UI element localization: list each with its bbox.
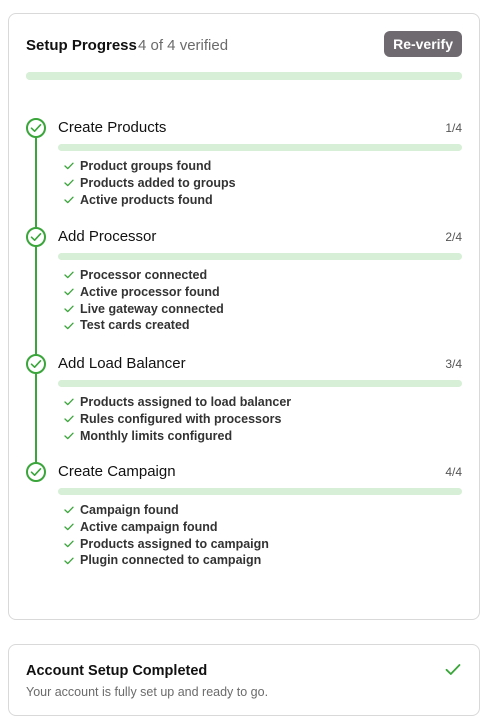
check-icon — [64, 506, 80, 514]
check-circle-icon — [26, 227, 46, 247]
step-checklist: Products assigned to load balancer Rules… — [64, 394, 291, 444]
check-icon — [64, 271, 80, 279]
list-item: Product groups found — [64, 158, 236, 175]
list-item: Test cards created — [64, 317, 224, 334]
list-item: Products added to groups — [64, 175, 236, 192]
list-item: Processor connected — [64, 267, 224, 284]
list-item: Campaign found — [64, 502, 269, 519]
list-item: Active processor found — [64, 284, 224, 301]
step-count: 1/4 — [445, 121, 462, 135]
check-icon — [64, 540, 80, 548]
check-icon — [64, 432, 80, 440]
list-item-label: Rules configured with processors — [80, 411, 282, 426]
overall-progress-bar — [26, 72, 462, 80]
list-item: Active products found — [64, 192, 236, 209]
completion-subtitle: Your account is fully set up and ready t… — [26, 685, 269, 699]
list-item-label: Active products found — [80, 192, 213, 207]
list-item-label: Active processor found — [80, 284, 220, 299]
step-count: 3/4 — [445, 357, 462, 371]
list-item: Products assigned to load balancer — [64, 394, 291, 411]
list-item-label: Product groups found — [80, 159, 212, 173]
progress-status: 4 of 4 verified — [138, 37, 229, 54]
check-icon — [445, 663, 461, 681]
step-checklist: Processor connected Active processor fou… — [64, 267, 224, 334]
list-item: Monthly limits configured — [64, 428, 291, 445]
step-title: Add Load Balancer — [58, 355, 186, 372]
list-item-label: Processor connected — [80, 268, 208, 282]
overall-progress-fill — [26, 72, 462, 80]
list-item: Plugin connected to campaign — [64, 552, 269, 569]
step-progress-bar — [58, 253, 462, 260]
list-item: Rules configured with processors — [64, 411, 291, 428]
list-item-label: Campaign found — [80, 503, 179, 517]
step-progress-bar — [58, 380, 462, 387]
list-item-label: Active campaign found — [80, 519, 218, 534]
check-circle-icon — [26, 462, 46, 482]
timeline-line — [35, 136, 37, 472]
step-progress-bar — [58, 488, 462, 495]
check-icon — [64, 322, 80, 330]
check-icon — [64, 196, 80, 204]
step-title: Create Campaign — [58, 463, 176, 480]
step-checklist: Campaign found Active campaign found Pro… — [64, 502, 269, 569]
step-title: Add Processor — [58, 228, 157, 245]
setup-complete-card: Account Setup Completed Your account is … — [8, 644, 480, 716]
list-item-label: Products added to groups — [80, 175, 236, 190]
list-item-label: Plugin connected to campaign — [80, 553, 262, 568]
list-item-label: Monthly limits configured — [80, 428, 233, 443]
progress-header: Setup Progress 4 of 4 verified Re-verify — [26, 31, 462, 57]
check-icon — [64, 415, 80, 423]
list-item-label: Live gateway connected — [80, 301, 224, 316]
check-icon — [64, 557, 80, 565]
step-title: Create Products — [58, 119, 167, 136]
check-icon — [64, 179, 80, 187]
check-icon — [64, 288, 80, 296]
reverify-button[interactable]: Re-verify — [384, 31, 462, 57]
check-circle-icon — [26, 354, 46, 374]
check-icon — [64, 398, 80, 406]
step-progress-bar — [58, 144, 462, 151]
step-count: 4/4 — [445, 465, 462, 479]
list-item: Products assigned to campaign — [64, 536, 269, 553]
list-item: Active campaign found — [64, 519, 269, 536]
check-icon — [64, 162, 80, 170]
list-item-label: Products assigned to campaign — [80, 536, 269, 551]
step-count: 2/4 — [445, 230, 462, 244]
list-item-label: Products assigned to load balancer — [80, 395, 292, 409]
list-item-label: Test cards created — [80, 318, 190, 333]
check-icon — [64, 523, 80, 531]
step-checklist: Product groups found Products added to g… — [64, 158, 236, 208]
progress-title: Setup Progress — [26, 37, 137, 54]
completion-title: Account Setup Completed — [26, 663, 208, 679]
setup-progress-card: Setup Progress 4 of 4 verified Re-verify… — [8, 13, 480, 620]
check-icon — [64, 305, 80, 313]
check-circle-icon — [26, 118, 46, 138]
list-item: Live gateway connected — [64, 301, 224, 318]
